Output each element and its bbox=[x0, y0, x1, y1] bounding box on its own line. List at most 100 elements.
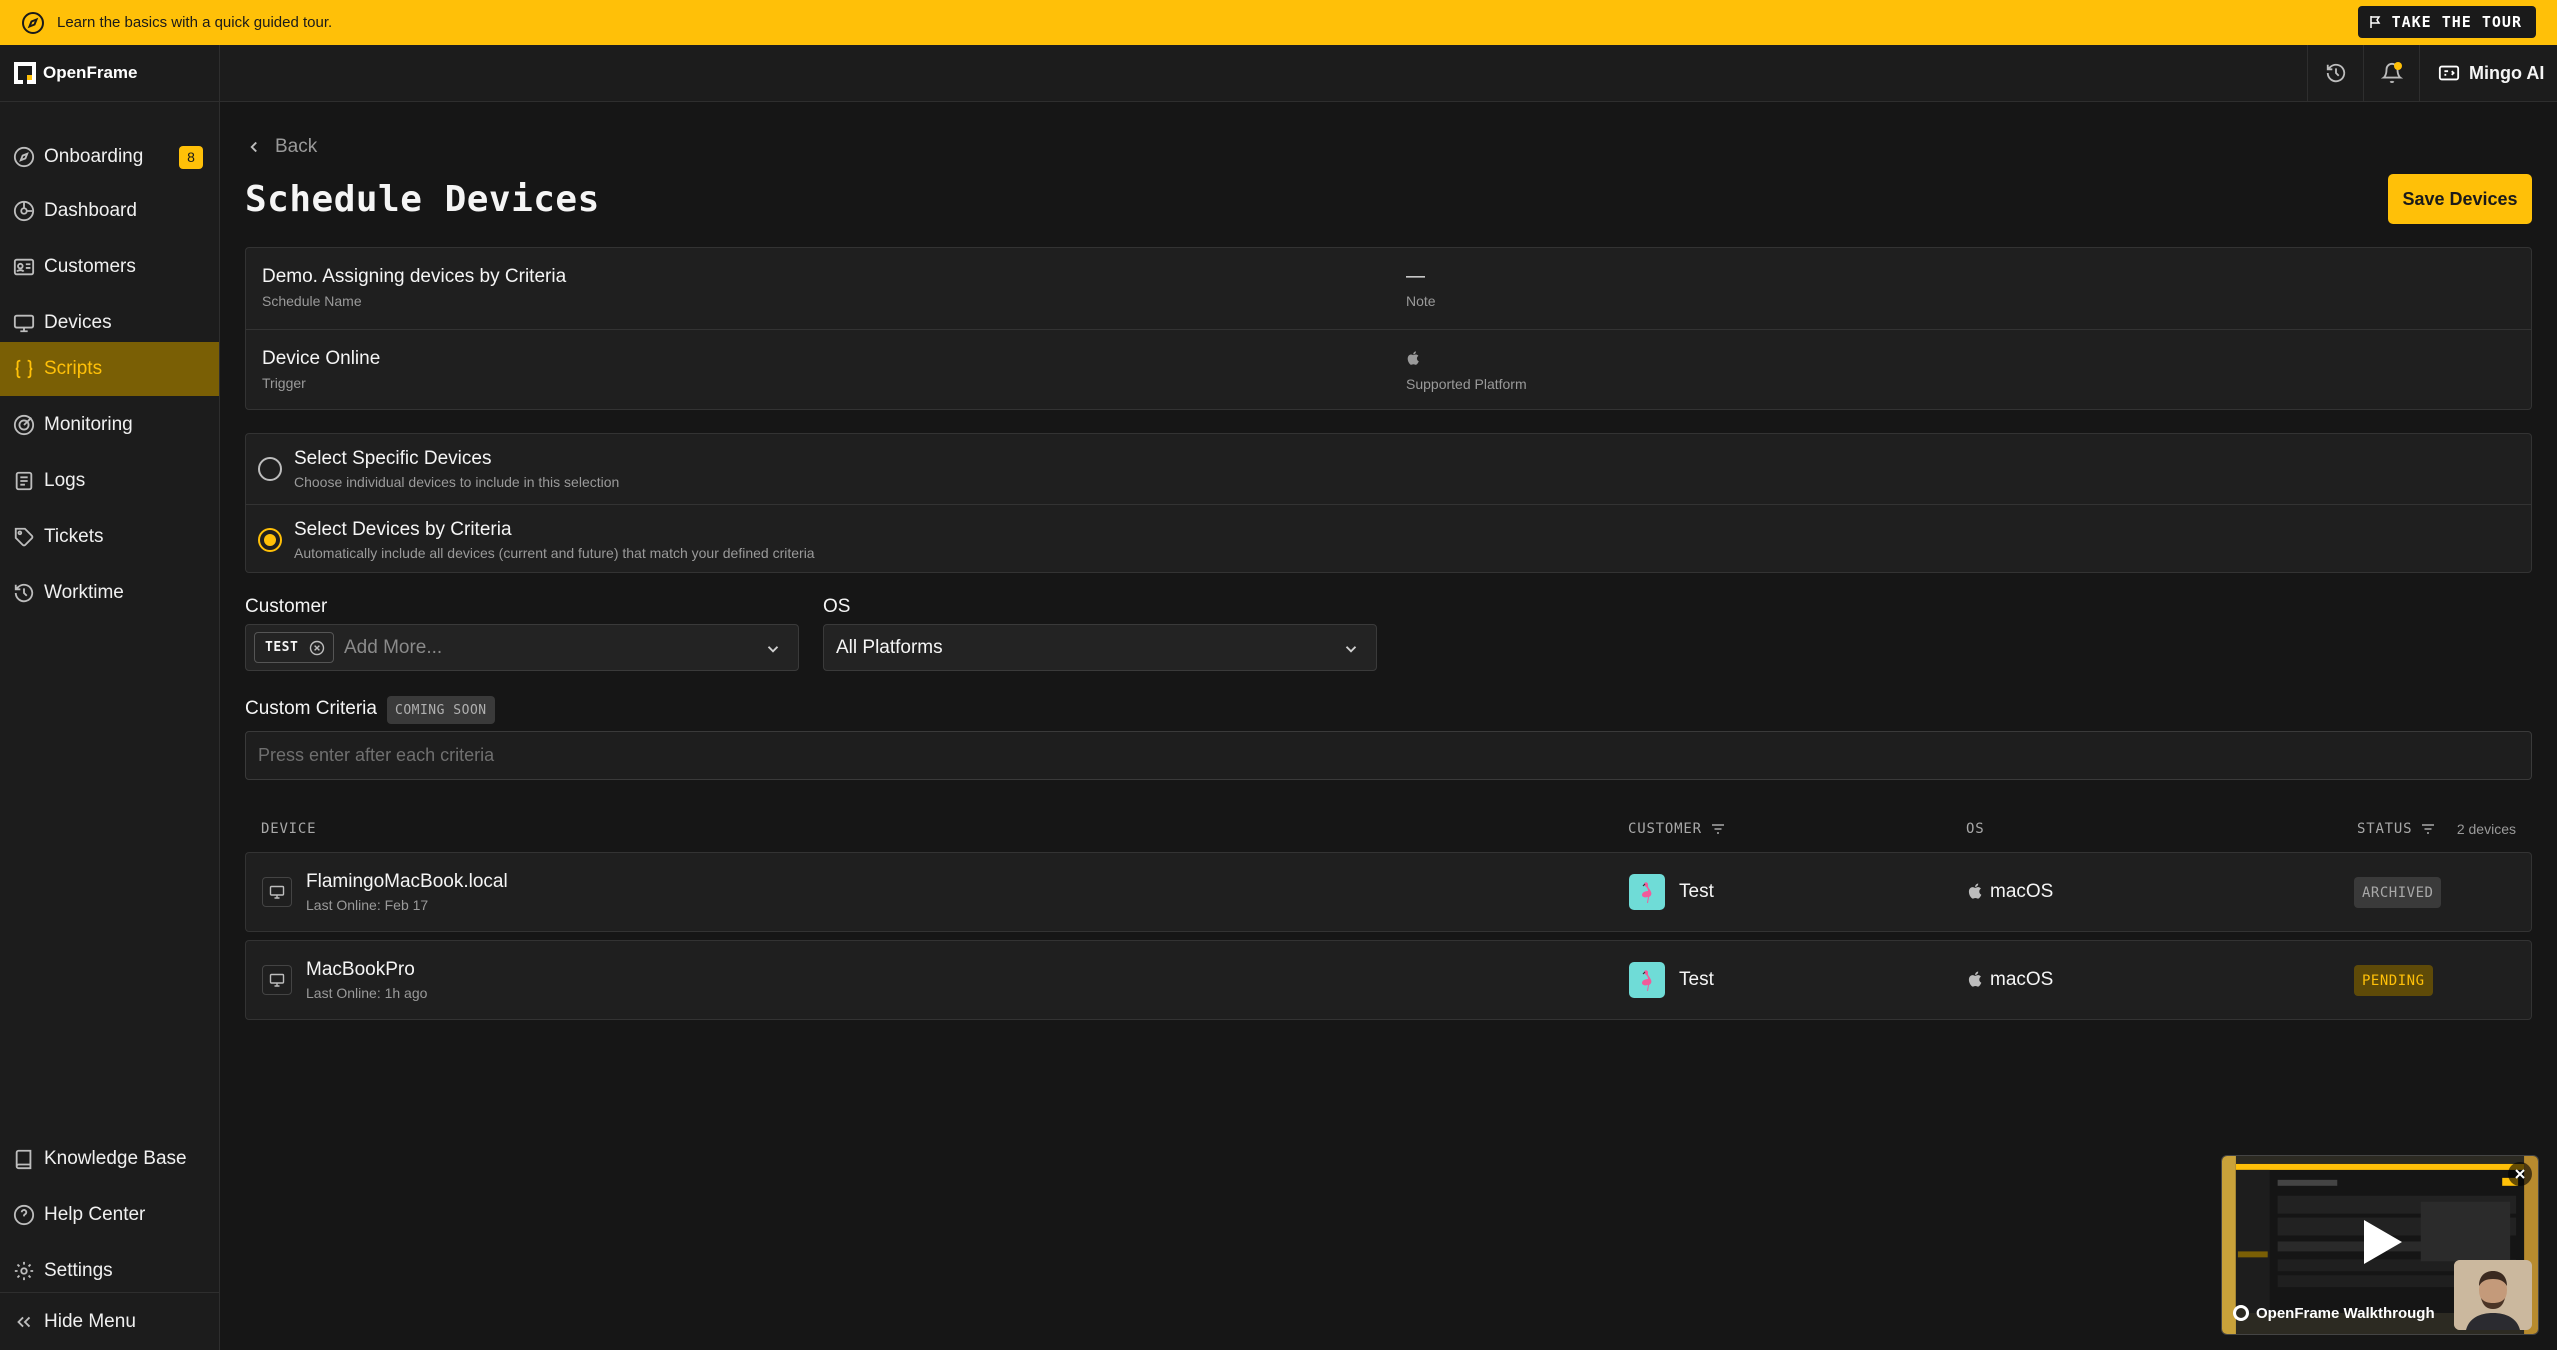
target-icon bbox=[13, 414, 35, 436]
os-name: macOS bbox=[1990, 969, 2054, 990]
trigger-label: Trigger bbox=[262, 375, 306, 391]
info-row: Device Online Trigger Supported Platform bbox=[246, 329, 2531, 409]
history-icon bbox=[2325, 62, 2347, 84]
tour-icon bbox=[2368, 14, 2384, 30]
option-title: Select Specific Devices bbox=[294, 448, 492, 469]
option-description: Automatically include all devices (curre… bbox=[294, 545, 815, 561]
table-row[interactable]: MacBookPro Last Online: 1h ago Test macO… bbox=[245, 940, 2532, 1020]
chevron-down-icon[interactable] bbox=[1342, 640, 1360, 658]
filter-icon[interactable] bbox=[2412, 821, 2436, 837]
walkthrough-video-widget[interactable]: OpenFrame Walkthrough bbox=[2221, 1155, 2539, 1335]
hide-menu-button[interactable]: Hide Menu bbox=[0, 1295, 219, 1349]
header-label: OS bbox=[1966, 821, 1985, 837]
filter-icon[interactable] bbox=[1702, 821, 1726, 837]
chevron-down-icon[interactable] bbox=[764, 640, 782, 658]
history-button[interactable] bbox=[2307, 45, 2363, 101]
header-label: STATUS bbox=[2357, 821, 2413, 837]
customer-multiselect[interactable]: TEST Add More... bbox=[245, 624, 799, 671]
clipboard-icon bbox=[13, 470, 35, 492]
sidebar-item-knowledge-base[interactable]: Knowledge Base bbox=[0, 1132, 219, 1186]
close-video-button[interactable] bbox=[2508, 1162, 2532, 1186]
schedule-name-value: Demo. Assigning devices by Criteria bbox=[262, 266, 567, 287]
table-row[interactable]: FlamingoMacBook.local Last Online: Feb 1… bbox=[245, 852, 2532, 932]
info-row: Demo. Assigning devices by Criteria Sche… bbox=[246, 248, 2531, 328]
custom-criteria-label: Custom Criteria bbox=[245, 698, 377, 719]
sidebar-item-onboarding[interactable]: Onboarding 8 bbox=[0, 130, 219, 184]
header-label: DEVICE bbox=[261, 821, 317, 837]
hide-menu-label: Hide Menu bbox=[44, 1311, 136, 1332]
header-label: CUSTOMER bbox=[1628, 821, 1702, 837]
os-column-header: OS bbox=[1966, 821, 1984, 837]
app-logo[interactable]: OpenFrame bbox=[0, 45, 219, 102]
assistant-label: Mingo AI bbox=[2469, 62, 2545, 83]
back-label: Back bbox=[275, 136, 318, 157]
sidebar-item-label: Onboarding bbox=[44, 146, 144, 167]
braces-icon bbox=[13, 358, 35, 380]
id-card-icon bbox=[13, 256, 35, 278]
trigger-field: Device Online Trigger bbox=[262, 348, 380, 391]
chip-label: TEST bbox=[265, 640, 299, 655]
sidebar-item-label: Settings bbox=[44, 1260, 113, 1281]
openframe-logo-icon bbox=[13, 61, 37, 85]
os-select[interactable]: All Platforms bbox=[823, 624, 1377, 671]
monitor-icon bbox=[13, 312, 35, 334]
notifications-button[interactable] bbox=[2363, 45, 2419, 101]
apple-icon bbox=[1967, 969, 1985, 989]
customer-filter-label: Customer bbox=[245, 596, 328, 617]
custom-criteria-input[interactable] bbox=[245, 731, 2532, 780]
back-button[interactable]: Back bbox=[245, 136, 317, 158]
customer-name: Test bbox=[1679, 881, 1714, 902]
radio-button[interactable] bbox=[258, 457, 282, 481]
page-title: Schedule Devices bbox=[245, 179, 600, 220]
remove-chip-icon[interactable] bbox=[309, 640, 325, 656]
device-name[interactable]: MacBookPro bbox=[306, 959, 415, 981]
select-by-criteria-option[interactable]: Select Devices by Criteria Automatically… bbox=[246, 504, 2531, 573]
sidebar-item-tickets[interactable]: Tickets bbox=[0, 510, 219, 564]
flamingo-avatar-icon bbox=[1629, 962, 1665, 998]
radio-button-checked[interactable] bbox=[258, 528, 282, 552]
option-description: Choose individual devices to include in … bbox=[294, 474, 620, 490]
sidebar-item-dashboard[interactable]: Dashboard bbox=[0, 184, 219, 238]
sidebar-item-worktime[interactable]: Worktime bbox=[0, 566, 219, 620]
sidebar: OpenFrame Onboarding 8 Dashboard Custome… bbox=[0, 45, 220, 1350]
top-bar: Mingo AI bbox=[220, 45, 2557, 102]
sidebar-item-logs[interactable]: Logs bbox=[0, 454, 219, 508]
sidebar-item-scripts[interactable]: Scripts bbox=[0, 342, 219, 396]
app-name: OpenFrame bbox=[43, 63, 138, 82]
device-column-header: DEVICE bbox=[261, 821, 316, 837]
schedule-name-label: Schedule Name bbox=[262, 293, 362, 309]
sidebar-item-settings[interactable]: Settings bbox=[0, 1244, 219, 1298]
note-value: — bbox=[1406, 266, 1425, 287]
sidebar-item-customers[interactable]: Customers bbox=[0, 240, 219, 294]
customer-chip[interactable]: TEST bbox=[254, 632, 334, 663]
sidebar-item-label: Customers bbox=[44, 256, 136, 277]
sidebar-item-label: Worktime bbox=[44, 582, 124, 603]
device-last-online: Last Online: 1h ago bbox=[306, 985, 428, 1001]
sidebar-item-label: Logs bbox=[44, 470, 86, 491]
mingo-ai-button[interactable]: Mingo AI bbox=[2419, 45, 2557, 101]
customer-search-placeholder[interactable]: Add More... bbox=[344, 637, 442, 659]
sidebar-item-label: Help Center bbox=[44, 1204, 146, 1225]
select-specific-devices-option[interactable]: Select Specific Devices Choose individua… bbox=[246, 434, 2531, 503]
sidebar-item-label: Dashboard bbox=[44, 200, 137, 221]
os-name: macOS bbox=[1990, 881, 2054, 902]
apple-icon bbox=[1967, 881, 1985, 901]
save-devices-button[interactable]: Save Devices bbox=[2388, 174, 2532, 224]
sidebar-item-help-center[interactable]: Help Center bbox=[0, 1188, 219, 1242]
status-badge: ARCHIVED bbox=[2354, 877, 2442, 908]
device-name[interactable]: FlamingoMacBook.local bbox=[306, 871, 508, 893]
take-tour-label: TAKE THE TOUR bbox=[2391, 13, 2522, 31]
tour-banner: Learn the basics with a quick guided tou… bbox=[0, 0, 2557, 45]
monitor-icon bbox=[262, 965, 292, 995]
gear-icon bbox=[13, 1260, 35, 1282]
device-last-online: Last Online: Feb 17 bbox=[306, 897, 429, 913]
trigger-value: Device Online bbox=[262, 348, 381, 369]
compass-icon bbox=[13, 146, 35, 168]
take-tour-button[interactable]: TAKE THE TOUR bbox=[2357, 6, 2536, 38]
platform-field: Supported Platform bbox=[1406, 348, 1527, 392]
notification-dot bbox=[2394, 62, 2402, 70]
sidebar-item-monitoring[interactable]: Monitoring bbox=[0, 398, 219, 452]
sidebar-item-label: Knowledge Base bbox=[44, 1148, 187, 1169]
play-icon[interactable] bbox=[2360, 1218, 2404, 1266]
apple-icon bbox=[1406, 348, 1527, 371]
